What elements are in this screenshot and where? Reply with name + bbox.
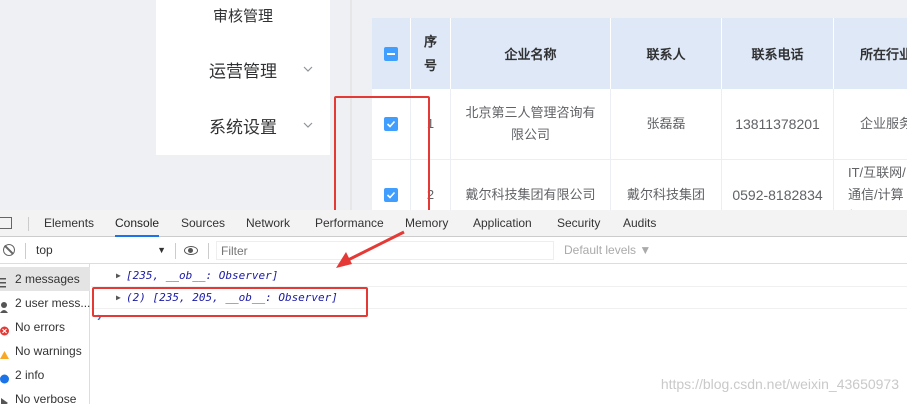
screenshot-root: 审核管理 运营管理 系统设置 序号 企业名称 联系人 联系电话 所在行业 1 北… — [0, 0, 907, 404]
tab-memory[interactable]: Memory — [405, 210, 448, 237]
verbose-icon — [0, 393, 10, 404]
select-all-header[interactable] — [372, 18, 411, 89]
tab-performance[interactable]: Performance — [315, 210, 384, 237]
clear-console-icon[interactable] — [3, 244, 15, 256]
select-all-checkbox[interactable] — [384, 46, 398, 61]
header-index: 序号 — [411, 18, 451, 89]
error-icon — [0, 321, 10, 336]
cell-company: 戴尔科技集团有限公司 — [451, 160, 611, 210]
toolbar-divider — [25, 243, 26, 259]
cell-contact: 戴尔科技集团 — [611, 160, 722, 210]
tab-divider — [28, 217, 29, 231]
context-select[interactable]: top ▼ — [36, 237, 166, 264]
sidebar-item-settings[interactable]: 系统设置 — [156, 115, 330, 141]
inspect-icon[interactable] — [0, 217, 12, 229]
expand-triangle-icon[interactable]: ▶ — [116, 265, 121, 287]
console-filter-input[interactable] — [216, 241, 554, 260]
console-toolbar: top ▼ Default levels ▼ — [0, 237, 907, 264]
console-sidebar: 2 messages 2 user mess... No errors No w… — [0, 264, 90, 404]
sidebar: 审核管理 运营管理 系统设置 — [156, 0, 330, 155]
header-contact: 联系人 — [611, 18, 722, 89]
annotation-box-checkboxes — [334, 96, 430, 210]
web-app-area: 审核管理 运营管理 系统设置 序号 企业名称 联系人 联系电话 所在行业 1 北… — [0, 0, 907, 210]
devtools-tab-bar: Elements Console Sources Network Perform… — [0, 210, 907, 237]
toolbar-divider — [175, 243, 176, 259]
sidebar-info[interactable]: 2 info — [0, 363, 90, 387]
tab-application[interactable]: Application — [473, 210, 532, 237]
cell-industry: 企业服务 — [834, 89, 907, 160]
cell-contact: 张磊磊 — [611, 89, 722, 160]
sidebar-item-label: 系统设置 — [209, 118, 277, 137]
tab-elements[interactable]: Elements — [44, 210, 94, 237]
annotation-box-log — [92, 287, 368, 317]
sidebar-item-operations[interactable]: 运营管理 — [156, 59, 330, 85]
header-phone: 联系电话 — [722, 18, 834, 89]
list-icon — [0, 273, 10, 288]
watermark: https://blog.csdn.net/weixin_43650973 — [660, 376, 899, 392]
eye-icon[interactable] — [184, 246, 198, 255]
sidebar-user-messages[interactable]: 2 user mess... — [0, 291, 90, 315]
header-industry: 所在行业 — [834, 18, 907, 89]
chevron-down-icon — [303, 122, 313, 131]
sidebar-item-label: 审核管理 — [212, 8, 273, 25]
log-levels-select[interactable]: Default levels ▼ — [564, 237, 651, 264]
user-icon — [0, 297, 10, 313]
tab-security[interactable]: Security — [557, 210, 600, 237]
sidebar-verbose[interactable]: No verbose — [0, 387, 90, 404]
cell-company: 北京第三人管理咨询有限公司 — [451, 89, 611, 160]
toolbar-divider — [208, 243, 209, 259]
sidebar-warnings[interactable]: No warnings — [0, 339, 90, 363]
sidebar-errors[interactable]: No errors — [0, 315, 90, 339]
warning-icon — [0, 345, 10, 359]
dropdown-arrow-icon: ▼ — [157, 245, 166, 255]
cell-phone: 13811378201 — [722, 89, 834, 160]
tab-network[interactable]: Network — [246, 210, 290, 237]
info-icon — [0, 369, 10, 384]
tab-sources[interactable]: Sources — [181, 210, 225, 237]
tab-console[interactable]: Console — [115, 210, 160, 237]
sidebar-messages[interactable]: 2 messages — [0, 267, 90, 291]
sidebar-item-label: 运营管理 — [209, 62, 277, 81]
console-log-line[interactable]: ▶ [235, __ob__: Observer] — [91, 265, 907, 287]
tab-audits[interactable]: Audits — [623, 210, 656, 237]
sidebar-item-audit[interactable]: 审核管理 — [156, 6, 330, 28]
header-company: 企业名称 — [451, 18, 611, 89]
cell-industry: IT/互联网/通信/计算机 — [834, 160, 907, 210]
cell-phone: 0592-8182834 — [722, 160, 834, 210]
chevron-down-icon — [303, 66, 313, 75]
